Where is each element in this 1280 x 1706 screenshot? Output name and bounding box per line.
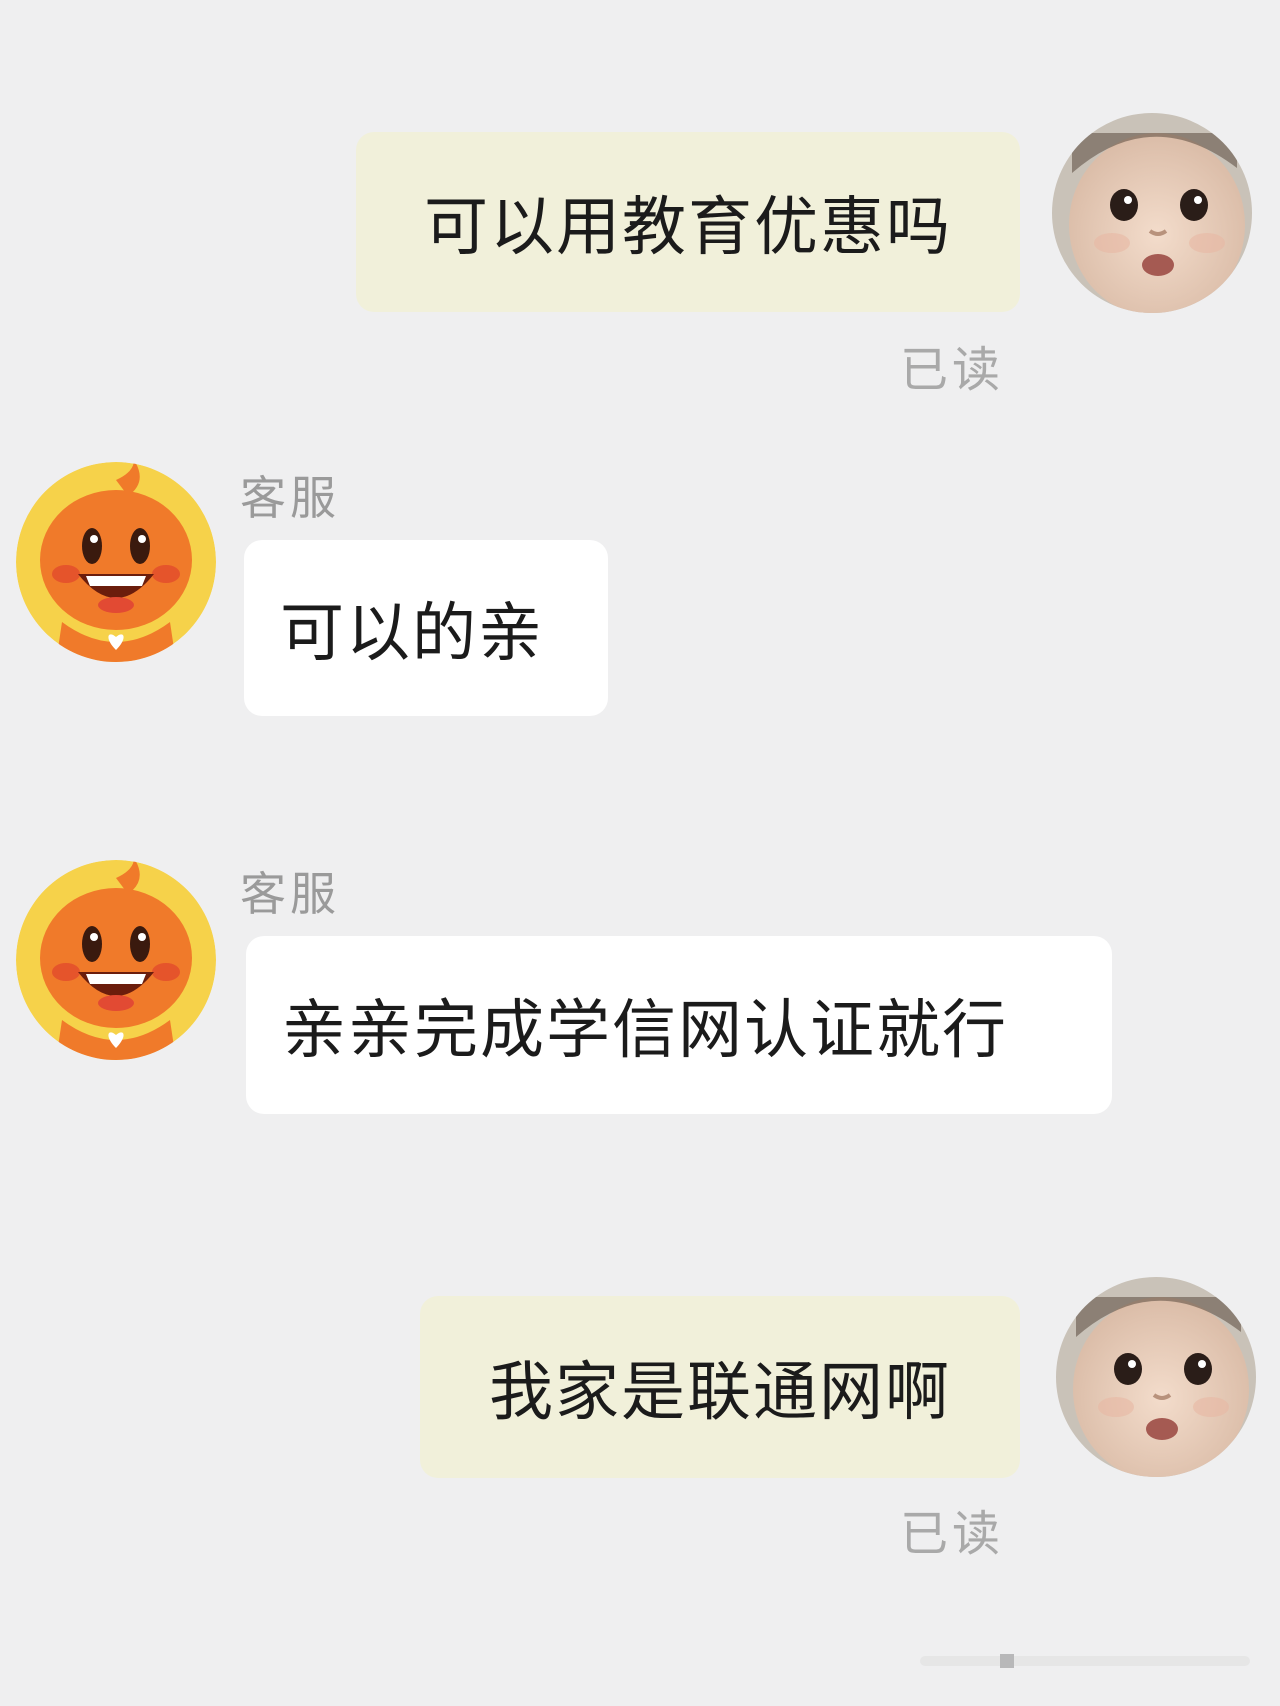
watermark-strip — [920, 1654, 1250, 1668]
read-receipt: 已读 — [900, 342, 1005, 398]
baby-face-icon — [1056, 1277, 1256, 1477]
message-text: 可以的亲 — [280, 597, 544, 671]
agent-message-bubble[interactable]: 亲亲完成学信网认证就行 — [246, 936, 1112, 1114]
sender-name: 客服 — [240, 867, 340, 921]
agent-avatar[interactable] — [16, 462, 216, 662]
user-message-bubble[interactable]: 可以用教育优惠吗 — [356, 132, 1020, 312]
orange-mascot-icon — [16, 462, 216, 662]
user-avatar[interactable] — [1056, 1277, 1256, 1477]
message-text: 亲亲完成学信网认证就行 — [282, 994, 1008, 1068]
baby-face-icon — [1052, 113, 1252, 313]
orange-mascot-icon — [16, 860, 216, 1060]
message-text: 可以用教育优惠吗 — [424, 191, 952, 265]
sender-name: 客服 — [240, 471, 340, 525]
agent-avatar[interactable] — [16, 860, 216, 1060]
read-receipt: 已读 — [900, 1506, 1005, 1562]
user-message-bubble[interactable]: 我家是联通网啊 — [420, 1296, 1020, 1478]
message-text: 我家是联通网啊 — [489, 1356, 951, 1430]
agent-message-bubble[interactable]: 可以的亲 — [244, 540, 608, 716]
user-avatar[interactable] — [1052, 113, 1252, 313]
